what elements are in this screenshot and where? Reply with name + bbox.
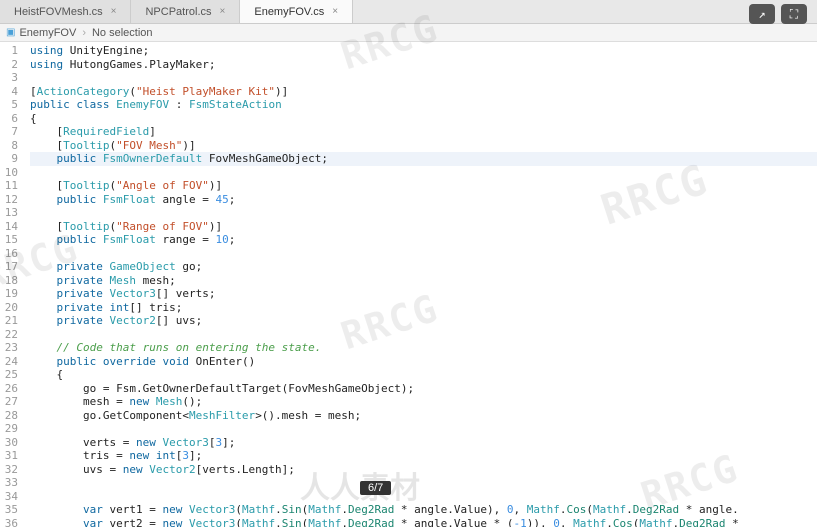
code-line[interactable] <box>30 328 817 342</box>
line-number: 21 <box>4 314 18 328</box>
code-line[interactable]: // Code that runs on entering the state. <box>30 341 817 355</box>
line-number: 5 <box>4 98 18 112</box>
line-number: 14 <box>4 220 18 234</box>
code-line[interactable]: using HutongGames.PlayMaker; <box>30 58 817 72</box>
close-icon[interactable]: × <box>332 6 338 17</box>
code-line[interactable]: public FsmFloat range = 10; <box>30 233 817 247</box>
code-line[interactable] <box>30 476 817 490</box>
line-number: 30 <box>4 436 18 450</box>
tab-label: EnemyFOV.cs <box>254 6 324 18</box>
code-area[interactable]: using UnityEngine;using HutongGames.Play… <box>26 42 817 527</box>
code-line[interactable]: verts = new Vector3[3]; <box>30 436 817 450</box>
line-number: 33 <box>4 476 18 490</box>
close-icon[interactable]: × <box>111 6 117 17</box>
line-number: 26 <box>4 382 18 396</box>
line-number: 6 <box>4 112 18 126</box>
line-number: 31 <box>4 449 18 463</box>
code-line[interactable]: [Tooltip("Range of FOV")] <box>30 220 817 234</box>
line-number: 20 <box>4 301 18 315</box>
line-gutter: 1234567891011121314151617181920212223242… <box>0 42 26 527</box>
page-badge: 6/7 <box>360 481 391 495</box>
code-line[interactable]: { <box>30 112 817 126</box>
code-line[interactable]: public FsmOwnerDefault FovMeshGameObject… <box>30 152 817 166</box>
code-line[interactable]: public class EnemyFOV : FsmStateAction <box>30 98 817 112</box>
code-line[interactable]: [Tooltip("Angle of FOV")] <box>30 179 817 193</box>
tab-heistfovmesh-cs[interactable]: HeistFOVMesh.cs × <box>0 0 131 23</box>
line-number: 3 <box>4 71 18 85</box>
line-number: 9 <box>4 152 18 166</box>
line-number: 18 <box>4 274 18 288</box>
code-line[interactable] <box>30 490 817 504</box>
code-line[interactable]: private int[] tris; <box>30 301 817 315</box>
line-number: 32 <box>4 463 18 477</box>
tab-npcpatrol-cs[interactable]: NPCPatrol.cs × <box>131 0 240 23</box>
tab-label: NPCPatrol.cs <box>145 6 211 18</box>
fullscreen-button[interactable]: ⛶ <box>781 4 807 24</box>
code-line[interactable]: private Vector3[] verts; <box>30 287 817 301</box>
tab-label: HeistFOVMesh.cs <box>14 6 103 18</box>
code-line[interactable]: mesh = new Mesh(); <box>30 395 817 409</box>
code-line[interactable]: private GameObject go; <box>30 260 817 274</box>
code-line[interactable]: [Tooltip("FOV Mesh")] <box>30 139 817 153</box>
line-number: 8 <box>4 139 18 153</box>
line-number: 17 <box>4 260 18 274</box>
tab-bar: HeistFOVMesh.cs×NPCPatrol.cs×EnemyFOV.cs… <box>0 0 817 24</box>
code-line[interactable] <box>30 247 817 261</box>
code-line[interactable] <box>30 422 817 436</box>
code-editor[interactable]: 1234567891011121314151617181920212223242… <box>0 42 817 527</box>
line-number: 36 <box>4 517 18 527</box>
breadcrumb-bar: ▣ EnemyFOV › No selection <box>0 24 817 42</box>
code-line[interactable]: private Vector2[] uvs; <box>30 314 817 328</box>
line-number: 34 <box>4 490 18 504</box>
line-number: 23 <box>4 341 18 355</box>
code-line[interactable] <box>30 71 817 85</box>
code-line[interactable]: go = Fsm.GetOwnerDefaultTarget(FovMeshGa… <box>30 382 817 396</box>
code-line[interactable]: [ActionCategory("Heist PlayMaker Kit")] <box>30 85 817 99</box>
breadcrumb-root[interactable]: EnemyFOV <box>19 27 76 39</box>
line-number: 10 <box>4 166 18 180</box>
line-number: 35 <box>4 503 18 517</box>
breadcrumb-current[interactable]: No selection <box>92 27 153 39</box>
top-buttons: ↗ ⛶ <box>749 4 807 24</box>
code-line[interactable]: tris = new int[3]; <box>30 449 817 463</box>
code-line[interactable]: [RequiredField] <box>30 125 817 139</box>
line-number: 4 <box>4 85 18 99</box>
line-number: 24 <box>4 355 18 369</box>
code-line[interactable]: { <box>30 368 817 382</box>
line-number: 1 <box>4 44 18 58</box>
line-number: 12 <box>4 193 18 207</box>
tab-enemyfov-cs[interactable]: EnemyFOV.cs × <box>240 0 353 23</box>
line-number: 11 <box>4 179 18 193</box>
line-number: 28 <box>4 409 18 423</box>
class-icon: ▣ <box>6 27 15 38</box>
code-line[interactable]: var vert1 = new Vector3(Mathf.Sin(Mathf.… <box>30 503 817 517</box>
line-number: 7 <box>4 125 18 139</box>
line-number: 19 <box>4 287 18 301</box>
code-line[interactable]: var vert2 = new Vector3(Mathf.Sin(Mathf.… <box>30 517 817 527</box>
code-line[interactable]: private Mesh mesh; <box>30 274 817 288</box>
code-line[interactable] <box>30 166 817 180</box>
code-line[interactable] <box>30 206 817 220</box>
code-line[interactable]: go.GetComponent<MeshFilter>().mesh = mes… <box>30 409 817 423</box>
line-number: 15 <box>4 233 18 247</box>
code-line[interactable]: public override void OnEnter() <box>30 355 817 369</box>
line-number: 13 <box>4 206 18 220</box>
breadcrumb-sep: › <box>82 27 86 39</box>
line-number: 25 <box>4 368 18 382</box>
line-number: 29 <box>4 422 18 436</box>
code-line[interactable]: using UnityEngine; <box>30 44 817 58</box>
line-number: 27 <box>4 395 18 409</box>
line-number: 22 <box>4 328 18 342</box>
line-number: 16 <box>4 247 18 261</box>
code-line[interactable]: uvs = new Vector2[verts.Length]; <box>30 463 817 477</box>
line-number: 2 <box>4 58 18 72</box>
share-button[interactable]: ↗ <box>749 4 775 24</box>
code-line[interactable]: public FsmFloat angle = 45; <box>30 193 817 207</box>
close-icon[interactable]: × <box>220 6 226 17</box>
